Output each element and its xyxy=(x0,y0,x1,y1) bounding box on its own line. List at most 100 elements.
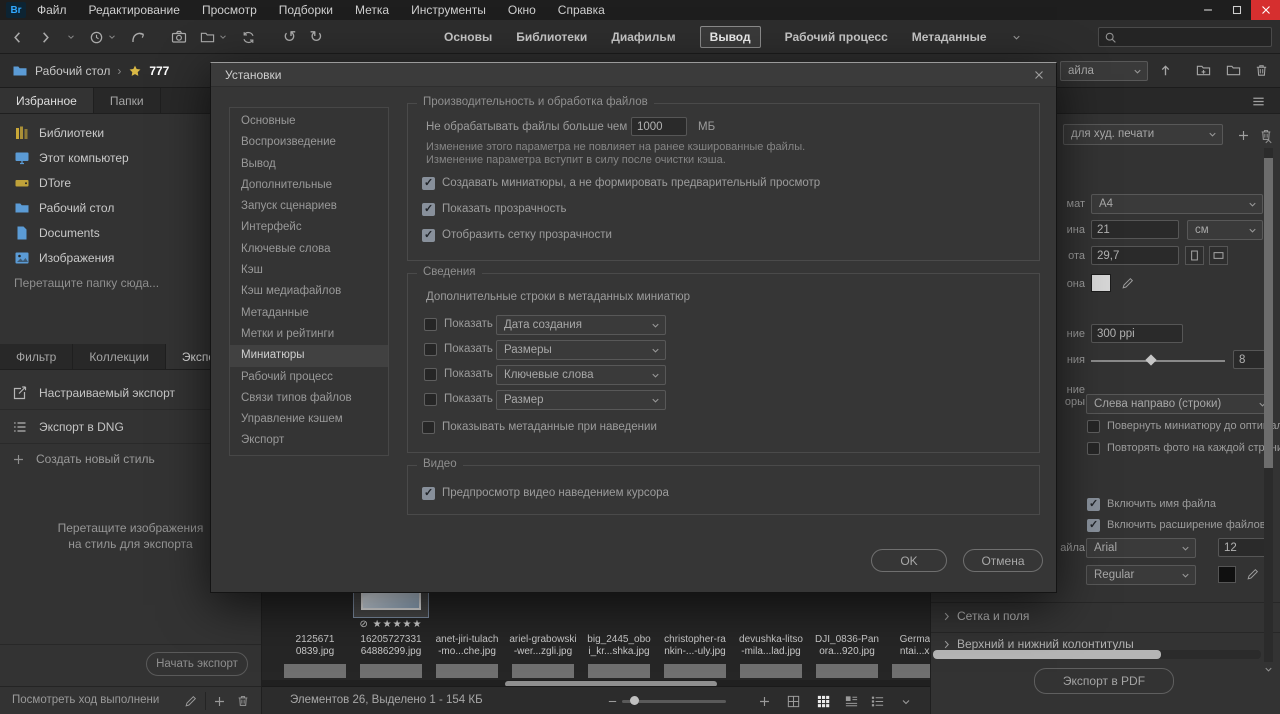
file-item[interactable]: ariel-grabowski -wer...zgli.jpg xyxy=(505,634,581,657)
file-item[interactable]: 2125671 0839.jpg xyxy=(277,634,353,657)
thumbnail-placeholder[interactable] xyxy=(512,664,574,678)
tab-collections[interactable]: Коллекции xyxy=(73,344,166,369)
height-input[interactable] xyxy=(1091,246,1179,265)
zoom-out-button[interactable] xyxy=(606,695,619,708)
section-output[interactable]: Вывод xyxy=(230,154,388,175)
grid-margins-section[interactable]: Сетка и поля xyxy=(957,609,1029,623)
workspace-metadata[interactable]: Метаданные xyxy=(912,30,987,44)
thumbnail-placeholder[interactable] xyxy=(740,664,802,678)
section-thumbnails[interactable]: Миниатюры xyxy=(230,345,388,367)
refresh-button[interactable] xyxy=(241,30,256,45)
section-labels-ratings[interactable]: Метки и рейтинги xyxy=(230,324,388,345)
file-item[interactable]: big_2445_obo i_kr...shka.jpg xyxy=(581,634,657,657)
hover-metadata-checkbox[interactable] xyxy=(422,421,435,434)
show-row3-checkbox[interactable] xyxy=(424,368,437,381)
section-keywords[interactable]: Ключевые слова xyxy=(230,239,388,260)
file-item[interactable]: christopher-ra nkin-...-uly.jpg xyxy=(657,634,733,657)
parent-folder-button[interactable] xyxy=(1158,63,1173,78)
view-thumbnails-button[interactable] xyxy=(816,694,831,709)
section-startup-scripts[interactable]: Запуск сценариев xyxy=(230,196,388,217)
slider-knob[interactable] xyxy=(630,696,639,705)
menu-tools[interactable]: Инструменты xyxy=(400,0,497,20)
file-item[interactable]: anet-jiri-tulach -mo...che.jpg xyxy=(429,634,505,657)
tab-favorites[interactable]: Избранное xyxy=(0,88,94,113)
add-style-icon[interactable] xyxy=(213,695,226,708)
workspace-workflow[interactable]: Рабочий процесс xyxy=(785,30,888,44)
metadata-row4-dropdown[interactable]: Размер xyxy=(496,390,666,410)
section-media-cache[interactable]: Кэш медиафайлов xyxy=(230,281,388,302)
font-color-swatch[interactable] xyxy=(1218,566,1236,583)
include-extension-checkbox[interactable] xyxy=(1087,519,1100,532)
header-footer-section[interactable]: Верхний и нижний колонтитулы xyxy=(957,637,1134,651)
metadata-row3-dropdown[interactable]: Ключевые слова xyxy=(496,365,666,385)
minimize-button[interactable] xyxy=(1193,0,1222,20)
section-cache[interactable]: Кэш xyxy=(230,260,388,281)
workspace-libraries[interactable]: Библиотеки xyxy=(516,30,587,44)
scroll-up-icon[interactable] xyxy=(1263,136,1274,147)
delete-button[interactable] xyxy=(1254,63,1269,78)
lock-grid-button[interactable] xyxy=(786,694,801,709)
rating-stars[interactable]: ⊘ ★★★★★ xyxy=(349,619,433,630)
view-progress-link[interactable]: Посмотреть ход выполнени xyxy=(12,694,159,706)
font-family-dropdown[interactable]: Arial xyxy=(1086,538,1196,558)
view-details-button[interactable] xyxy=(844,694,859,709)
panel-horizontal-scrollbar[interactable] xyxy=(933,650,1261,659)
quality-slider-handle[interactable] xyxy=(1145,354,1157,366)
quality-slider[interactable] xyxy=(1091,360,1225,362)
menu-help[interactable]: Справка xyxy=(547,0,616,20)
breadcrumb-location[interactable]: Рабочий стол xyxy=(35,64,110,78)
thumbnail-placeholder[interactable] xyxy=(816,664,878,678)
menu-edit[interactable]: Редактирование xyxy=(78,0,191,20)
boomerang-return-icon[interactable] xyxy=(130,29,146,45)
recent-items-button[interactable] xyxy=(89,30,117,45)
close-button[interactable] xyxy=(1251,0,1280,20)
search-input[interactable] xyxy=(1122,31,1266,43)
show-row4-checkbox[interactable] xyxy=(424,393,437,406)
file-item-selected[interactable]: 16205727331 64886299.jpg xyxy=(353,634,429,657)
metadata-row2-dropdown[interactable]: Размеры xyxy=(496,340,666,360)
font-size-input[interactable] xyxy=(1218,538,1266,557)
scroll-down-icon[interactable] xyxy=(1263,664,1274,675)
thumbnail-placeholder[interactable] xyxy=(436,664,498,678)
add-preset-icon[interactable] xyxy=(1237,129,1250,142)
workspace-output[interactable]: Вывод xyxy=(699,26,761,48)
menu-label[interactable]: Метка xyxy=(344,0,400,20)
ok-button[interactable]: OK xyxy=(871,549,947,572)
layout-order-dropdown[interactable]: Слева направо (строки) xyxy=(1086,394,1273,414)
rotate-left-button[interactable]: ↺ xyxy=(283,29,296,45)
edit-color-pencil-icon[interactable] xyxy=(1121,276,1135,290)
section-chevron-icon[interactable] xyxy=(941,639,952,650)
file-size-limit-input[interactable] xyxy=(631,117,687,136)
scrollbar-thumb[interactable] xyxy=(933,650,1161,659)
edit-pencil-icon[interactable] xyxy=(184,694,198,708)
rotate-thumbnail-checkbox[interactable] xyxy=(1087,420,1100,433)
thumbnail-placeholder[interactable] xyxy=(664,664,726,678)
section-advanced[interactable]: Дополнительные xyxy=(230,175,388,196)
metadata-row1-dropdown[interactable]: Дата создания xyxy=(496,315,666,335)
section-workflow[interactable]: Рабочий процесс xyxy=(230,367,388,388)
thumbnail-placeholder[interactable] xyxy=(892,664,930,678)
landscape-orientation-button[interactable] xyxy=(1209,246,1228,265)
view-list-button[interactable] xyxy=(870,694,885,709)
video-hover-preview-checkbox[interactable] xyxy=(422,487,435,500)
page-format-dropdown[interactable]: A4 xyxy=(1091,194,1263,214)
section-export[interactable]: Экспорт xyxy=(230,430,388,451)
section-metadata[interactable]: Метаданные xyxy=(230,303,388,324)
camera-import-button[interactable] xyxy=(171,29,187,45)
export-pdf-button[interactable]: Экспорт в PDF xyxy=(1034,668,1174,694)
workspace-essentials[interactable]: Основы xyxy=(444,30,492,44)
thumbnail-placeholder[interactable] xyxy=(284,664,346,678)
scrollbar-thumb[interactable] xyxy=(1264,158,1273,468)
nav-chevron-down-icon[interactable] xyxy=(66,32,76,42)
section-chevron-icon[interactable] xyxy=(941,611,952,622)
tab-filter[interactable]: Фильтр xyxy=(0,344,74,369)
units-dropdown[interactable]: см xyxy=(1187,220,1263,240)
menu-view[interactable]: Просмотр xyxy=(191,0,268,20)
breadcrumb-collection[interactable]: 777 xyxy=(149,64,169,78)
section-file-type-assoc[interactable]: Связи типов файлов xyxy=(230,388,388,409)
width-input[interactable] xyxy=(1091,220,1179,239)
portrait-orientation-button[interactable] xyxy=(1185,246,1204,265)
workspace-chevron-icon[interactable] xyxy=(1011,32,1022,43)
resolution-input[interactable] xyxy=(1091,324,1183,343)
search-box[interactable] xyxy=(1098,27,1272,47)
